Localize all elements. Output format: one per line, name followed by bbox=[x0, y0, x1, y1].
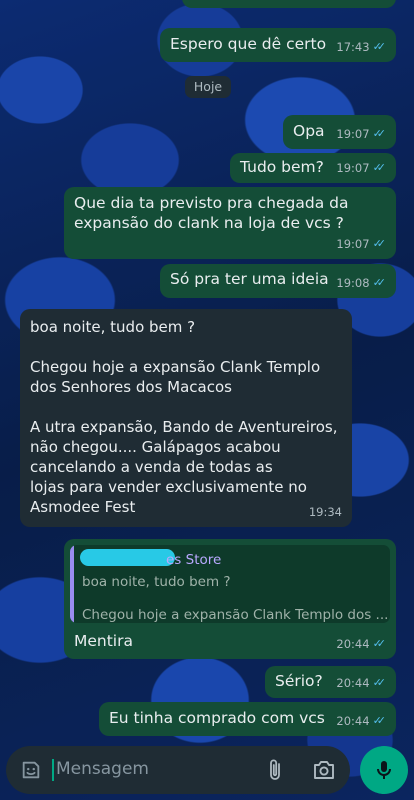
microphone-icon bbox=[377, 761, 391, 779]
message-bubble-incoming[interactable]: boa noite, tudo bem ? Chegou hoje a expa… bbox=[20, 309, 352, 527]
message-meta: 17:43✓✓ bbox=[336, 0, 386, 5]
paperclip-icon[interactable] bbox=[266, 758, 286, 782]
read-receipt-icon: ✓✓ bbox=[372, 161, 387, 174]
read-receipt-icon: ✓✓ bbox=[372, 714, 387, 727]
emoji-sticker-icon[interactable] bbox=[20, 759, 42, 781]
message-meta: 19:34 bbox=[309, 502, 342, 522]
message-time: 19:34 bbox=[308, 505, 342, 519]
message-bubble-outgoing[interactable]: Que dia ta previsto pra chegada da expan… bbox=[64, 187, 396, 259]
quoted-text-line: boa noite, tudo bem ? bbox=[82, 574, 231, 590]
read-receipt-icon: ✓✓ bbox=[372, 40, 387, 53]
message-text: Sério? bbox=[275, 672, 323, 690]
message-bubble-outgoing[interactable]: Opa 19:07 ✓✓ bbox=[283, 115, 396, 149]
quoted-sender: es Store bbox=[166, 552, 222, 568]
message-meta: 19:07 ✓✓ bbox=[336, 158, 386, 178]
quoted-message[interactable]: es Store boa noite, tudo bem ? Chegou ho… bbox=[70, 545, 390, 623]
message-text: Mentira bbox=[74, 632, 133, 650]
message-text: Eu tinha comprado com vcs bbox=[109, 709, 325, 727]
message-text: Que dia ta previsto pra chegada da expan… bbox=[74, 194, 349, 232]
quoted-text-line: Chegou hoje a expansão Clank Templo dos … bbox=[82, 607, 389, 623]
message-time: 20:44 bbox=[336, 714, 370, 728]
message-text: Espero que dê certo bbox=[170, 35, 327, 53]
message-bubble-outgoing[interactable]: Só pra ter uma ideia 19:08 ✓✓ bbox=[160, 264, 396, 298]
message-time: 17:43 bbox=[336, 40, 370, 54]
date-divider: Hoje bbox=[185, 76, 231, 98]
message-bubble-outgoing-reply[interactable]: es Store boa noite, tudo bem ? Chegou ho… bbox=[64, 539, 396, 659]
message-bubble-outgoing[interactable]: Espero que dê certo 17:43 ✓✓ bbox=[160, 28, 396, 62]
message-composer[interactable]: Mensagem bbox=[6, 746, 350, 794]
read-receipt-icon: ✓✓ bbox=[372, 637, 387, 650]
message-meta: 20:44 ✓✓ bbox=[336, 673, 386, 693]
message-text: boa noite, tudo bem ? Chegou hoje a expa… bbox=[30, 318, 338, 516]
redaction-scribble bbox=[80, 549, 175, 566]
message-meta: 19:07 ✓✓ bbox=[336, 124, 386, 144]
message-bubble-outgoing[interactable]: Eu tinha comprado com vcs 20:44 ✓✓ bbox=[99, 702, 396, 736]
read-receipt-icon: ✓✓ bbox=[372, 237, 387, 250]
read-receipt-icon: ✓✓ bbox=[372, 276, 387, 289]
message-time: 20:44 bbox=[336, 637, 370, 651]
read-receipt-icon: ✓✓ bbox=[372, 676, 387, 689]
message-time: 19:07 bbox=[336, 161, 370, 175]
message-bubble-outgoing[interactable]: Tudo bem? 19:07 ✓✓ bbox=[230, 153, 396, 183]
message-bubble-partial[interactable]: 17:43✓✓ bbox=[182, 0, 396, 8]
voice-message-button[interactable] bbox=[360, 746, 408, 794]
read-receipt-icon: ✓✓ bbox=[372, 127, 387, 140]
message-time: 19:07 bbox=[336, 237, 370, 251]
text-caret bbox=[52, 759, 54, 781]
message-meta: 19:08 ✓✓ bbox=[336, 273, 386, 293]
message-bubble-outgoing[interactable]: Sério? 20:44 ✓✓ bbox=[265, 666, 396, 698]
message-text: Só pra ter uma ideia bbox=[170, 270, 329, 288]
message-text: Opa bbox=[293, 122, 325, 140]
message-time: 19:07 bbox=[336, 127, 370, 141]
quote-accent-bar bbox=[70, 545, 74, 623]
message-time: 20:44 bbox=[336, 676, 370, 690]
message-text: Tudo bem? bbox=[240, 158, 324, 176]
message-meta: 17:43✓✓ bbox=[336, 37, 386, 57]
message-time: 19:08 bbox=[336, 276, 370, 290]
message-meta: 20:44 ✓✓ bbox=[336, 634, 386, 654]
message-input[interactable]: Mensagem bbox=[56, 759, 149, 779]
camera-icon[interactable] bbox=[312, 759, 336, 781]
message-meta: 19:07 ✓✓ bbox=[336, 234, 386, 254]
message-meta: 20:44 ✓✓ bbox=[336, 711, 386, 731]
